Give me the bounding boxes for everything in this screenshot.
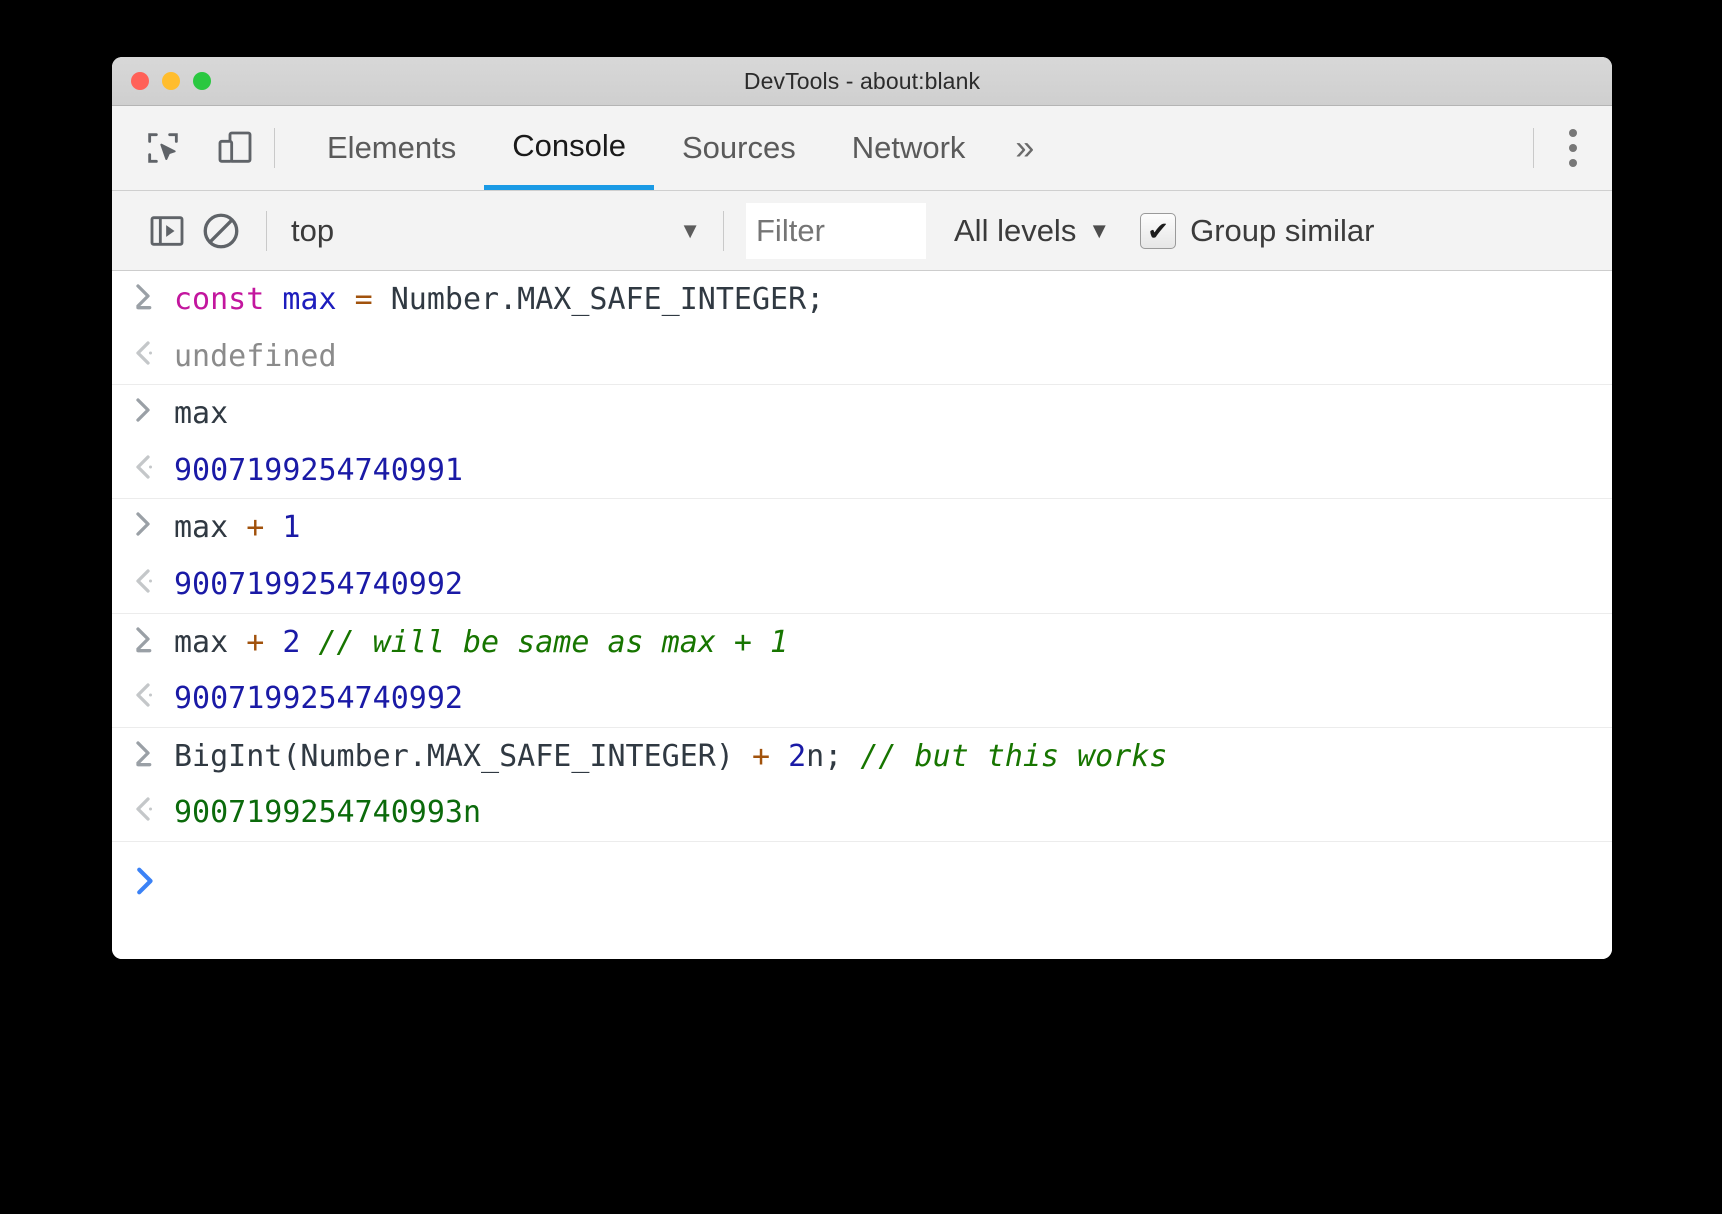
console-output-value: 9007199254740992 — [174, 676, 463, 721]
live-prompt-icon — [112, 860, 174, 898]
kebab-dot-3 — [1569, 159, 1577, 167]
token — [264, 282, 282, 317]
devtools-tabbar: Elements Console Sources Network » — [112, 106, 1612, 191]
console-input-row[interactable]: max + 2 // will be same as max + 1 — [112, 614, 1612, 671]
token-comment: // will be same as max + 1 — [319, 625, 789, 660]
tab-network[interactable]: Network — [824, 106, 994, 190]
output-result-icon — [112, 562, 174, 596]
console-group: BigInt(Number.MAX_SAFE_INTEGER) + 2n; //… — [112, 728, 1612, 842]
input-prompt-icon — [112, 734, 174, 768]
input-prompt-icon — [112, 391, 174, 425]
token — [264, 510, 282, 545]
traffic-light-buttons — [131, 72, 211, 90]
token: 1 — [282, 510, 300, 545]
console-output-row: 9007199254740993n — [112, 784, 1612, 841]
token: max — [174, 510, 246, 545]
tab-elements[interactable]: Elements — [299, 106, 484, 190]
kebab-dot-2 — [1569, 144, 1577, 152]
console-output-row: 9007199254740991 — [112, 442, 1612, 499]
token — [300, 625, 318, 660]
token: + — [246, 510, 264, 545]
group-similar-label: Group similar — [1190, 213, 1374, 249]
console-output-value: 9007199254740991 — [174, 448, 463, 493]
token: + — [246, 625, 264, 660]
tab-sources[interactable]: Sources — [654, 106, 824, 190]
console-live-prompt[interactable] — [112, 842, 1612, 959]
console-input-code: max + 2 // will be same as max + 1 — [174, 620, 788, 665]
console-input-row[interactable]: const max = Number.MAX_SAFE_INTEGER; — [112, 271, 1612, 328]
console-input-code: const max = Number.MAX_SAFE_INTEGER; — [174, 277, 824, 322]
console-output-row: 9007199254740992 — [112, 556, 1612, 613]
console-group: max + 2 // will be same as max + 1 90071… — [112, 614, 1612, 728]
console-input-code: max + 1 — [174, 505, 300, 550]
inspect-element-icon[interactable] — [140, 125, 186, 171]
minimize-window-button[interactable] — [162, 72, 180, 90]
devtools-window: DevTools - about:blank Elements Console … — [112, 57, 1612, 959]
filterbar-divider-2 — [723, 211, 724, 251]
chevron-down-icon-levels: ▼ — [1088, 218, 1110, 244]
token: Number.MAX_SAFE_INTEGER; — [373, 282, 825, 317]
group-similar-checkbox[interactable]: ✔ — [1140, 213, 1176, 249]
window-titlebar: DevTools - about:blank — [112, 57, 1612, 106]
window-title: DevTools - about:blank — [112, 68, 1612, 95]
token — [264, 625, 282, 660]
console-input-row[interactable]: max — [112, 385, 1612, 442]
console-group: const max = Number.MAX_SAFE_INTEGER; und… — [112, 271, 1612, 385]
console-input-row[interactable]: max + 1 — [112, 499, 1612, 556]
token-comment: // but this works — [860, 739, 1167, 774]
token: max — [174, 625, 246, 660]
device-toolbar-icon[interactable] — [212, 125, 258, 171]
log-levels-label: All levels — [954, 213, 1076, 249]
console-output-row: 9007199254740992 — [112, 670, 1612, 727]
panel-tabs: Elements Console Sources Network » — [299, 106, 1056, 190]
console-group: max 9007199254740991 — [112, 385, 1612, 499]
zoom-window-button[interactable] — [193, 72, 211, 90]
tab-console[interactable]: Console — [484, 106, 654, 190]
filterbar-divider-1 — [266, 211, 267, 251]
execution-context-select[interactable]: top ▼ — [285, 213, 705, 249]
tabbar-right-group — [1533, 106, 1612, 190]
console-output-row: undefined — [112, 328, 1612, 385]
token: BigInt(Number.MAX_SAFE_INTEGER) — [174, 739, 752, 774]
console-filter-toolbar: top ▼ All levels ▼ ✔ Group similar — [112, 191, 1612, 271]
output-result-icon — [112, 676, 174, 710]
input-prompt-icon — [112, 277, 174, 311]
clear-console-icon[interactable] — [194, 204, 248, 258]
input-prompt-icon — [112, 620, 174, 654]
tabbar-tool-icons — [112, 106, 274, 190]
group-similar-toggle[interactable]: ✔ Group similar — [1140, 213, 1374, 249]
more-tabs-icon[interactable]: » — [993, 106, 1056, 190]
output-result-icon — [112, 334, 174, 368]
token: const — [174, 282, 264, 317]
kebab-dot-1 — [1569, 129, 1577, 137]
console-group: max + 1 9007199254740992 — [112, 499, 1612, 613]
output-result-icon — [112, 448, 174, 482]
token: = — [355, 282, 373, 317]
console-output-value: undefined — [174, 334, 337, 379]
console-sidebar-icon[interactable] — [140, 204, 194, 258]
token: 2 — [282, 625, 300, 660]
input-prompt-icon — [112, 505, 174, 539]
filter-input[interactable] — [746, 203, 926, 259]
console-input-row[interactable]: BigInt(Number.MAX_SAFE_INTEGER) + 2n; //… — [112, 728, 1612, 785]
token: 2 — [788, 739, 806, 774]
tabbar-divider — [274, 128, 275, 168]
log-levels-select[interactable]: All levels ▼ — [954, 213, 1110, 249]
token: max — [174, 396, 228, 431]
console-input-code: max — [174, 391, 228, 436]
token: n; — [806, 739, 860, 774]
output-result-icon — [112, 790, 174, 824]
console-message-list[interactable]: const max = Number.MAX_SAFE_INTEGER; und… — [112, 271, 1612, 959]
chevron-down-icon: ▼ — [679, 218, 705, 244]
console-output-value: 9007199254740992 — [174, 562, 463, 607]
token: + — [752, 739, 770, 774]
execution-context-value: top — [285, 213, 334, 249]
token: max — [282, 282, 336, 317]
token — [337, 282, 355, 317]
console-output-value: 9007199254740993n — [174, 790, 481, 835]
console-input-code: BigInt(Number.MAX_SAFE_INTEGER) + 2n; //… — [174, 734, 1167, 779]
kebab-menu-icon[interactable] — [1534, 106, 1612, 190]
token — [770, 739, 788, 774]
close-window-button[interactable] — [131, 72, 149, 90]
